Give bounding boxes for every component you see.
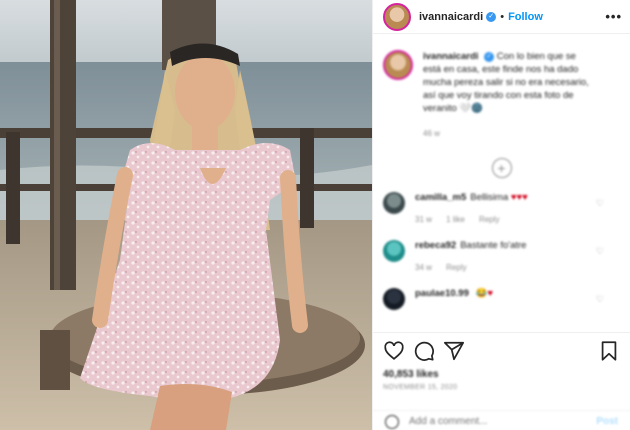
post-date: NOVEMBER 15, 2020	[383, 384, 458, 391]
comment-input[interactable]	[409, 416, 569, 427]
reply-button[interactable]: Reply	[446, 263, 466, 272]
avatar[interactable]	[383, 2, 411, 31]
comment-text: rebeca92 Bastante fo'atre	[415, 240, 527, 251]
caption-username[interactable]: ivannaicardi	[423, 51, 478, 62]
comment-like-icon[interactable]: ♡	[596, 246, 604, 257]
add-comment-bar: Post	[373, 410, 630, 430]
caption-avatar[interactable]	[383, 50, 413, 80]
heart-emoji-icon: ♥♥♥	[510, 192, 528, 203]
post-image	[0, 0, 372, 430]
post-actions: 40,853 likes NOVEMBER 15, 2020	[373, 332, 630, 391]
verified-badge-icon: ✓	[484, 52, 495, 62]
comment-row: paulae10.99 😂♥ ♡	[373, 288, 630, 310]
comment-time: 31 w	[415, 215, 432, 224]
comment-icon[interactable]	[413, 340, 435, 362]
comment-text: paulae10.99 😂♥	[415, 288, 493, 299]
comment-time: 34 w	[415, 263, 432, 272]
likes-count[interactable]: 40,853 likes	[383, 369, 620, 380]
comment-text: camilla_m5 Bellisima ♥♥♥	[415, 192, 528, 203]
reply-button[interactable]: Reply	[479, 215, 499, 224]
comment-likes[interactable]: 1 like	[446, 215, 465, 224]
separator-dot: •	[500, 10, 505, 23]
verified-badge-icon: ✓	[486, 11, 497, 22]
comment-avatar[interactable]	[383, 192, 405, 214]
comment-like-icon[interactable]: ♡	[596, 294, 604, 305]
post-comment-button[interactable]: Post	[596, 416, 618, 427]
heart-icon[interactable]	[383, 340, 405, 362]
comment-meta: 31 w 1 like Reply	[415, 215, 528, 224]
emoji-icon[interactable]	[385, 414, 399, 429]
comment-avatar[interactable]	[383, 288, 405, 310]
caption-text-block: ivannaicardi ✓ Con lo bien que se está e…	[423, 50, 593, 115]
post-header: ivannaicardi ✓ • Follow •••	[373, 0, 630, 34]
bookmark-icon[interactable]	[598, 340, 620, 362]
comments-list[interactable]: ivannaicardi ✓ Con lo bien que se está e…	[373, 40, 630, 330]
comment-username[interactable]: rebeca92	[415, 240, 456, 251]
post-side-panel: ivannaicardi ✓ • Follow ••• ivannaicardi…	[372, 0, 630, 430]
share-icon[interactable]	[443, 340, 465, 362]
comment-row: rebeca92 Bastante fo'atre 34 w Reply ♡	[373, 240, 630, 272]
comment-username[interactable]: paulae10.99	[415, 288, 469, 299]
load-more-comments-icon[interactable]: +	[491, 158, 512, 178]
emoji-icon: 😂♥	[475, 288, 493, 299]
comment-like-icon[interactable]: ♡	[596, 198, 604, 209]
comment-avatar[interactable]	[383, 240, 405, 262]
follow-button[interactable]: Follow	[508, 11, 543, 23]
caption: ivannaicardi ✓ Con lo bien que se está e…	[373, 40, 630, 115]
comment-row: camilla_m5 Bellisima ♥♥♥ 31 w 1 like Repl…	[373, 192, 630, 224]
post-photo[interactable]	[0, 0, 372, 430]
comment-username[interactable]: camilla_m5	[415, 192, 466, 203]
comment-meta: 34 w Reply	[415, 263, 526, 272]
caption-time: 46 w	[423, 129, 440, 138]
action-icons	[383, 339, 620, 363]
header-username[interactable]: ivannaicardi	[419, 11, 483, 23]
more-options-button[interactable]: •••	[605, 9, 622, 24]
